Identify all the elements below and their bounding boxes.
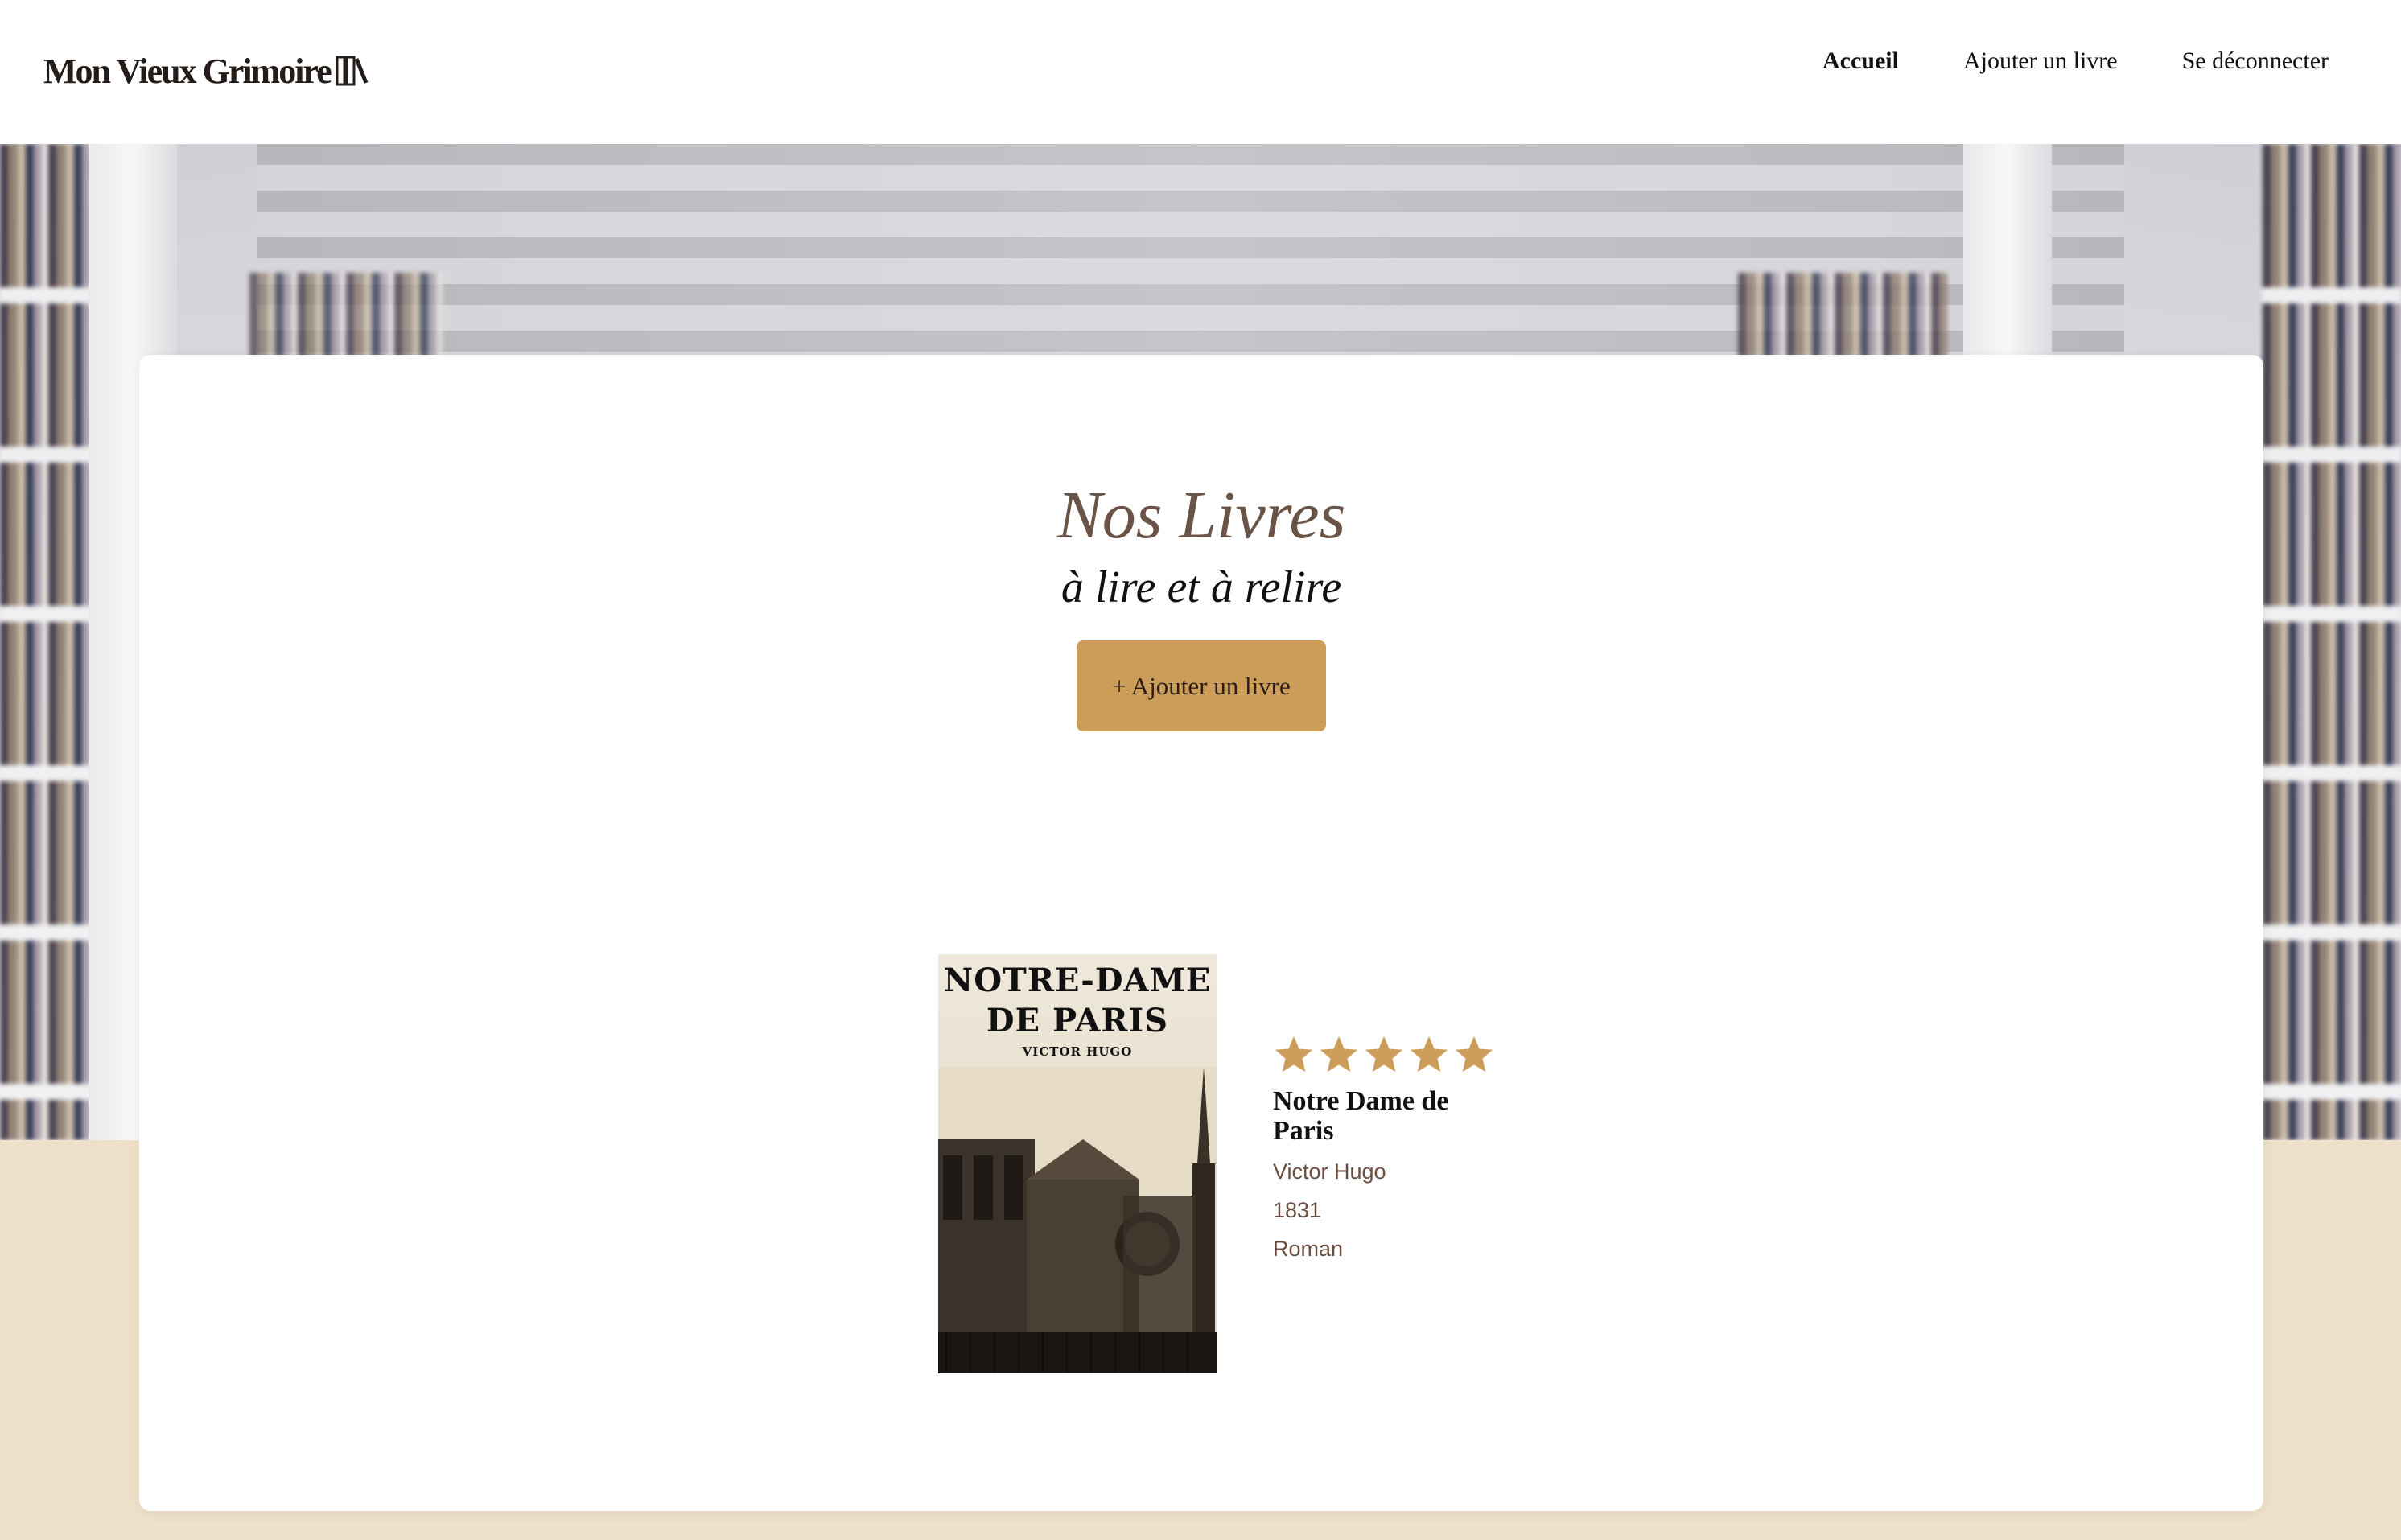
nav-link-ajouter-livre[interactable]: Ajouter un livre: [1963, 42, 2118, 80]
page-subtitle: à lire et à relire: [1060, 562, 1342, 612]
book-genre: Roman: [1273, 1237, 1344, 1261]
star-icon: [1411, 1036, 1448, 1072]
book-author: Victor Hugo: [1273, 1159, 1386, 1184]
bookshelf-right: [2263, 144, 2401, 1140]
book-year: 1831: [1273, 1198, 1322, 1222]
books-header: Nos Livres à lire et à relire: [139, 476, 2263, 616]
nav-link-accueil[interactable]: Accueil: [1822, 42, 1899, 80]
cover-title-line-1: NOTRE-DAME: [943, 961, 1212, 999]
logo-text: Mon Vieux Grimoire: [43, 51, 332, 91]
books-card: Nos Livres à lire et à relire + Ajouter …: [139, 355, 2263, 1511]
nav-link-deconnexion[interactable]: Se déconnecter: [2182, 42, 2329, 80]
add-book-button[interactable]: + Ajouter un livre: [1077, 640, 1326, 731]
cathedral-illustration: [938, 1067, 1217, 1373]
page-title: Nos Livres: [1056, 478, 1346, 553]
star-icon: [1456, 1036, 1493, 1072]
book-cover[interactable]: NOTRE-DAME DE PARIS VICTOR HUGO: [938, 954, 1217, 1373]
cover-title-line-2: DE PARIS: [986, 1002, 1169, 1040]
star-icon: [1320, 1036, 1357, 1072]
star-icon: [1365, 1036, 1402, 1072]
book-title[interactable]: Notre Dame de Paris: [1273, 1086, 1498, 1146]
rating-stars: [1273, 1035, 1498, 1075]
main-nav: Accueil Ajouter un livre Se déconnecter: [1822, 42, 2329, 80]
site-logo[interactable]: Mon Vieux Grimoire: [43, 47, 369, 95]
books-logo-icon: [336, 56, 369, 86]
book-info: Notre Dame de Paris Victor Hugo 1831 Rom…: [1273, 954, 1498, 1373]
cover-title: NOTRE-DAME DE PARIS: [938, 961, 1217, 1041]
top-navbar: Mon Vieux Grimoire Accueil Ajouter un li…: [0, 0, 2401, 144]
star-icon: [1275, 1036, 1312, 1072]
cover-author: VICTOR HUGO: [1022, 1044, 1133, 1059]
book-card[interactable]: NOTRE-DAME DE PARIS VICTOR HUGO Notre Da…: [938, 954, 1498, 1373]
